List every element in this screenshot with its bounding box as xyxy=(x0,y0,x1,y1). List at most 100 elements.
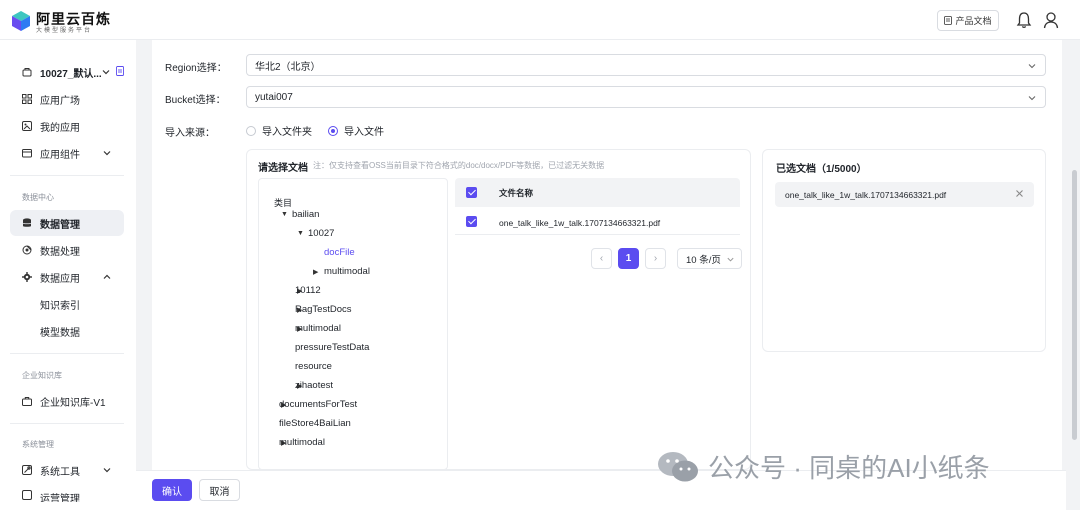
sidebar-item-my-apps[interactable]: 我的应用 xyxy=(10,113,124,139)
picker-title: 请选择文档 xyxy=(258,163,308,174)
confirm-button[interactable]: 确认 xyxy=(152,479,192,501)
page-size-select[interactable]: 10 条/页 xyxy=(677,248,742,269)
region-select[interactable]: 华北2（北京） xyxy=(246,54,1046,76)
caret-collapsed-icon[interactable]: ▶ xyxy=(313,268,318,276)
sidebar-item-system-tools[interactable]: 系统工具 xyxy=(10,457,124,483)
tree-node[interactable]: RagTestDocs xyxy=(295,304,352,315)
tree-header: 类目 xyxy=(274,198,293,208)
chevron-down-icon xyxy=(103,468,111,473)
row-checkbox[interactable] xyxy=(466,216,477,227)
brand-subtitle: 大模型服务平台 xyxy=(36,28,93,34)
top-bar: 阿里云百炼 大模型服务平台 产品文档 xyxy=(0,0,1080,40)
selected-item: one_talk_like_1w_talk.1707134663321.pdf xyxy=(775,182,1034,207)
sidebar-item-label: 模型数据 xyxy=(40,327,80,339)
wechat-icon xyxy=(658,451,698,481)
component-icon xyxy=(22,149,32,158)
sidebar-item-label: 知识索引 xyxy=(40,300,80,312)
tree-node[interactable]: multimodal xyxy=(324,266,370,277)
import-form-panel: Region选择： 华北2（北京） Bucket选择： yutai007 导入来… xyxy=(152,40,1062,470)
file-table: 文件名称 one_talk_like_1w_talk.1707134663321… xyxy=(455,178,740,298)
tree-node[interactable]: 10027 xyxy=(308,228,334,239)
radio-import-folder[interactable] xyxy=(246,125,256,136)
selected-title: 已选文档（1/5000） xyxy=(776,164,867,175)
briefcase-icon xyxy=(22,397,32,406)
caret-expanded-icon[interactable]: ▼ xyxy=(297,230,304,237)
cancel-button[interactable]: 取消 xyxy=(199,479,240,501)
workspace-icon xyxy=(22,68,32,77)
tree-node[interactable]: pressureTestData xyxy=(295,342,369,353)
tree-node[interactable]: zihaotest xyxy=(295,380,333,391)
sidebar-item-label: 数据处理 xyxy=(40,246,80,258)
caret-expanded-icon[interactable]: ▼ xyxy=(281,211,288,218)
pager-next-button[interactable]: › xyxy=(645,248,666,269)
sidebar-divider xyxy=(10,353,124,354)
tree-node[interactable]: bailian xyxy=(292,209,319,220)
watermark: 公众号 · 同桌的AI小纸条 xyxy=(656,448,990,485)
sidebar-item-operations[interactable]: 运营管理 xyxy=(10,486,124,502)
radio-import-folder-label[interactable]: 导入文件夹 xyxy=(262,123,312,138)
sidebar-item-knowledge-index[interactable]: 知识索引 xyxy=(10,291,124,317)
database-icon xyxy=(22,218,32,227)
chevron-down-icon xyxy=(1028,96,1036,101)
close-icon[interactable] xyxy=(1015,189,1024,198)
directory-tree: 类目 ▼ bailian ▼ 10027 docFile ▶ multimodal ▶ 1011… xyxy=(258,178,448,470)
sidebar-item-enterprise-kb[interactable]: 企业知识库-V1 xyxy=(10,388,124,414)
workspace-doc-icon[interactable] xyxy=(116,66,124,76)
workspace-name: 10027_默认... xyxy=(40,68,102,80)
sidebar-item-data-processing[interactable]: 数据处理 xyxy=(10,237,124,263)
sidebar-item-label: 运营管理 xyxy=(40,494,80,502)
sidebar-item-model-data[interactable]: 模型数据 xyxy=(10,318,124,344)
source-label: 导入来源： xyxy=(165,128,215,139)
sidebar-item-label: 系统工具 xyxy=(40,466,80,478)
product-docs-button[interactable]: 产品文档 xyxy=(937,10,999,31)
sidebar-section-system: 系统管理 xyxy=(22,440,54,449)
sidebar-item-data-management[interactable]: 数据管理 xyxy=(10,210,124,236)
tree-node[interactable]: resource xyxy=(295,361,332,372)
tree-node[interactable]: multimodal xyxy=(295,323,341,334)
bell-icon[interactable] xyxy=(1016,11,1032,29)
tree-node[interactable]: 10112 xyxy=(295,285,321,296)
user-icon[interactable] xyxy=(1043,11,1059,29)
page-scrollbar[interactable] xyxy=(1072,170,1077,440)
chevron-down-icon xyxy=(103,151,111,156)
sidebar-item-label: 应用广场 xyxy=(40,95,80,107)
row-divider xyxy=(455,234,740,235)
grid-icon xyxy=(22,94,32,104)
page-size-value: 10 条/页 xyxy=(686,254,721,266)
picker-note: 注：仅支持查看OSS当前目录下符合格式的doc/docx/PDF等数据，已过滤无… xyxy=(313,161,605,170)
source-radio-group: 导入文件夹 导入文件 xyxy=(246,123,394,138)
selected-documents-panel: 已选文档（1/5000） one_talk_like_1w_talk.17071… xyxy=(762,149,1046,352)
sidebar-item-app-square[interactable]: 应用广场 xyxy=(10,86,124,112)
tree-node[interactable]: documentsForTest xyxy=(279,399,357,410)
select-all-checkbox[interactable] xyxy=(466,187,477,198)
product-docs-label: 产品文档 xyxy=(955,16,992,26)
chevron-up-icon xyxy=(103,274,111,279)
column-header-filename: 文件名称 xyxy=(499,188,534,198)
radio-import-file[interactable] xyxy=(328,125,338,136)
process-icon xyxy=(22,245,32,255)
table-cell-filename[interactable]: one_talk_like_1w_talk.1707134663321.pdf xyxy=(499,218,660,228)
bailian-logo-icon xyxy=(12,11,30,31)
radio-import-file-label[interactable]: 导入文件 xyxy=(344,123,384,138)
sidebar-divider xyxy=(10,423,124,424)
sidebar-divider xyxy=(10,175,124,176)
tree-node[interactable]: multimodal xyxy=(279,437,325,448)
tree-node[interactable]: docFile xyxy=(324,247,355,258)
workspace-selector[interactable]: 10027_默认... xyxy=(10,59,124,85)
bucket-value: yutai007 xyxy=(255,91,293,103)
document-picker-panel: 请选择文档 注：仅支持查看OSS当前目录下符合格式的doc/docx/PDF等数… xyxy=(246,149,751,470)
bucket-select[interactable]: yutai007 xyxy=(246,86,1046,108)
settings-icon xyxy=(22,272,32,282)
bucket-label: Bucket选择： xyxy=(165,95,226,106)
watermark-text: 公众号 · 同桌的AI小纸条 xyxy=(708,453,990,483)
tools-icon xyxy=(22,465,32,475)
table-header-row: 文件名称 xyxy=(455,178,740,207)
sidebar-item-data-application[interactable]: 数据应用 xyxy=(10,264,124,290)
sidebar-item-app-components[interactable]: 应用组件 xyxy=(10,140,124,166)
pager-prev-button[interactable]: ‹ xyxy=(591,248,612,269)
sidebar-item-label: 数据管理 xyxy=(40,219,80,231)
tree-node[interactable]: fileStore4BaiLian xyxy=(279,418,351,429)
region-label: Region选择： xyxy=(165,63,227,74)
sidebar-item-label: 应用组件 xyxy=(40,149,80,161)
pager-page-1[interactable]: 1 xyxy=(618,248,639,269)
